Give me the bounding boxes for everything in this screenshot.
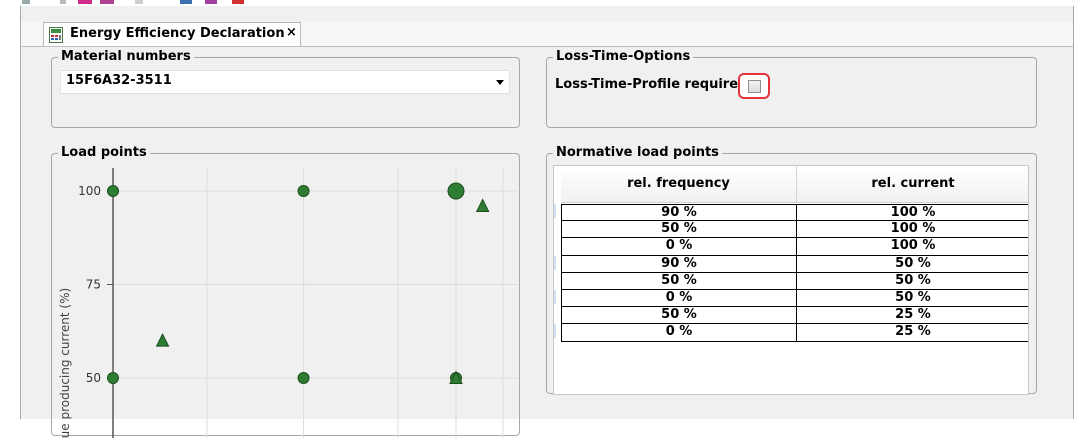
editor-content: Material numbers 15F6A32-3511 Loss-Time-… (21, 47, 1073, 438)
cell-rel-frequency: 0 % (665, 324, 693, 340)
material-number-value: 15F6A32-3511 (66, 73, 172, 88)
data-point-circle (107, 372, 119, 384)
data-point-circle (297, 185, 310, 197)
cell-rel-frequency: 50 % (661, 221, 697, 237)
data-point-circle (107, 185, 119, 197)
tab-bar: Energy Efficiency Declaration × (21, 22, 1073, 47)
toolbar-icon[interactable] (180, 0, 192, 4)
y-axis-label: orque producing current (%) (58, 288, 72, 438)
y-axis-ticks: 100 75 50 (78, 184, 113, 385)
toolbar-icon[interactable] (205, 0, 217, 4)
load-points-chart: 100 75 50 orque producing current (%) (58, 168, 518, 438)
tab-title: Energy Efficiency Declaration (70, 26, 285, 41)
cell-rel-frequency: 50 % (661, 272, 697, 288)
loss-time-options-legend: Loss-Time-Options (556, 49, 691, 64)
table-row[interactable]: 0 % 50 % (561, 289, 1028, 308)
cell-rel-frequency: 90 % (661, 255, 697, 271)
cell-rel-current: 100 % (796, 221, 1028, 238)
toolbar-icon[interactable] (60, 0, 66, 4)
cell-rel-current: 25 % (796, 324, 1028, 341)
cell-rel-frequency: 0 % (665, 238, 693, 254)
cell-rel-frequency: 90 % (661, 205, 697, 220)
table-row[interactable]: 50 % 25 % (561, 307, 1028, 325)
table-row[interactable]: 90 % 100 % (561, 204, 1028, 222)
checkbox-highlight (738, 73, 770, 99)
cell-rel-current: 50 % (796, 272, 1028, 289)
cell-rel-current: 25 % (796, 307, 1028, 324)
table-body: 90 % 100 % 50 % 100 % 0 % 100 % 90 % 50 % 50… (561, 204, 1028, 342)
cell-rel-current: 100 % (796, 205, 1028, 221)
table-header: rel. frequency rel. current (561, 166, 1028, 203)
load-points-group: Load points 100 75 50 orque producing curr… (51, 145, 520, 438)
chevron-down-icon[interactable] (496, 80, 504, 85)
data-point-circle (297, 372, 310, 384)
column-header-rel-frequency[interactable]: rel. frequency (561, 166, 797, 202)
toolbar-icon[interactable] (100, 0, 114, 4)
normative-table[interactable]: rel. frequency rel. current 90 % 100 % 50… (553, 165, 1029, 395)
normative-load-points-legend: Normative load points (556, 145, 719, 160)
y-tick-label: 75 (86, 278, 101, 292)
data-point-triangle (475, 198, 490, 212)
table-row[interactable]: 50 % 100 % (561, 221, 1028, 239)
cell-rel-frequency: 0 % (665, 289, 693, 305)
loss-time-profile-label: Loss-Time-Profile required (555, 77, 748, 92)
y-tick-label: 100 (78, 184, 101, 198)
table-row[interactable]: 0 % 25 % (561, 324, 1028, 342)
data-point-circle (447, 182, 465, 200)
load-points-legend: Load points (61, 145, 147, 160)
close-icon[interactable]: × (286, 25, 297, 40)
chart-marks (107, 182, 490, 384)
material-numbers-group: Material numbers 15F6A32-3511 (51, 50, 520, 128)
cell-rel-current: 50 % (796, 289, 1028, 307)
column-header-rel-current[interactable]: rel. current (797, 166, 1028, 202)
loss-time-profile-checkbox[interactable] (748, 80, 761, 93)
cell-rel-frequency: 50 % (661, 307, 697, 323)
toolbar-icon[interactable] (135, 0, 143, 4)
data-point-triangle (155, 332, 170, 347)
table-row[interactable]: 90 % 50 % (561, 255, 1028, 273)
table-row[interactable]: 50 % 50 % (561, 272, 1028, 290)
tab-energy-efficiency-declaration[interactable]: Energy Efficiency Declaration × (43, 22, 301, 46)
y-tick-label: 50 (86, 371, 101, 385)
normative-load-points-group: Normative load points rel. frequency rel… (546, 145, 1037, 395)
cell-rel-current: 50 % (796, 255, 1028, 272)
cell-rel-current: 100 % (796, 238, 1028, 255)
material-number-select[interactable]: 15F6A32-3511 (60, 70, 510, 94)
editor-window: Energy Efficiency Declaration × Material… (20, 6, 1074, 438)
toolbar-icon[interactable] (22, 0, 30, 4)
loss-time-options-group: Loss-Time-Options Loss-Time-Profile requ… (546, 50, 1037, 128)
document-table-icon (49, 27, 63, 43)
chart-grid (112, 168, 518, 438)
material-numbers-legend: Material numbers (61, 49, 191, 64)
table-row[interactable]: 0 % 100 % (561, 238, 1028, 256)
toolbar-icon[interactable] (78, 0, 92, 4)
toolbar-icon[interactable] (232, 0, 244, 4)
